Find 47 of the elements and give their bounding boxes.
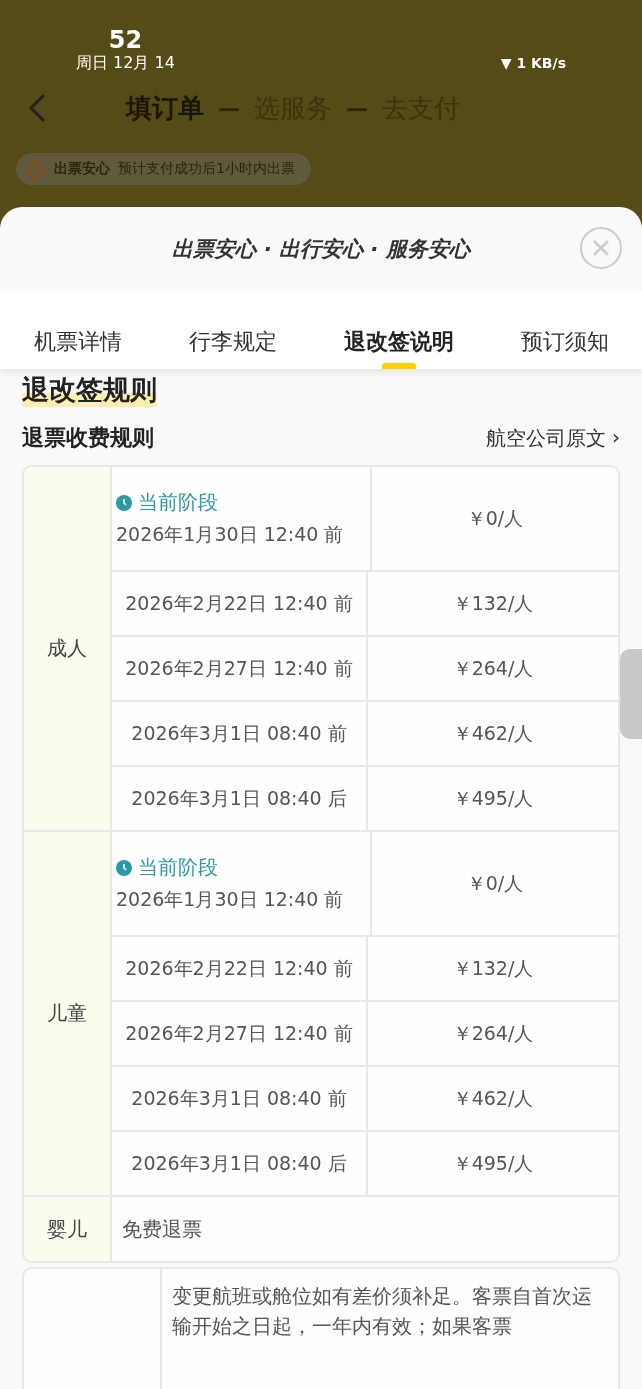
fee-cell-text: ￥0/人 bbox=[465, 505, 525, 531]
deadline-text: 2026年2月22日 12:40 前 bbox=[125, 590, 353, 616]
step-separator: — bbox=[346, 95, 368, 121]
back-icon[interactable] bbox=[28, 93, 46, 124]
section-title: 退改签规则 bbox=[22, 373, 157, 407]
status-time: 52 bbox=[108, 27, 143, 54]
tab[interactable]: 退改签说明 bbox=[343, 327, 454, 369]
fee-cell-text: ￥495/人 bbox=[451, 1150, 535, 1176]
sheet-title: 出票安心 · 出行安心 · 服务安心 bbox=[172, 236, 470, 263]
deadline-text: 2026年2月22日 12:40 前 bbox=[125, 955, 353, 981]
tab[interactable]: 预订须知 bbox=[520, 327, 609, 369]
fee-cell-text: ￥132/人 bbox=[451, 590, 535, 616]
status-date: 周日 12月 14 bbox=[76, 53, 175, 74]
step-separator: — bbox=[218, 95, 240, 121]
fee-cell-text: ￥132/人 bbox=[451, 955, 535, 981]
close-button[interactable] bbox=[580, 227, 622, 269]
passenger-cell: 儿童 bbox=[24, 832, 112, 1195]
airline-original-link[interactable]: 航空公司原文 › bbox=[486, 424, 620, 452]
deadline-text: 2026年3月1日 08:40 前 bbox=[131, 1085, 347, 1111]
fee-cell-text: ￥0/人 bbox=[465, 870, 525, 896]
fee-cell-text: ￥462/人 bbox=[451, 720, 535, 746]
clock-icon bbox=[116, 494, 132, 511]
passenger-cell: 成人 bbox=[24, 467, 112, 830]
current-stage-label: 当前阶段 bbox=[116, 854, 218, 881]
tab[interactable]: 机票详情 bbox=[33, 327, 122, 369]
deadline-text: 2026年1月30日 12:40 前 bbox=[116, 522, 344, 547]
refund-title: 退票收费规则 bbox=[22, 424, 154, 452]
refund-note: 免费退票 bbox=[121, 1215, 203, 1243]
fee-cell-text: ￥264/人 bbox=[451, 655, 535, 681]
fee-cell-text: ￥462/人 bbox=[451, 1085, 535, 1111]
deadline-text: 2026年3月1日 08:40 前 bbox=[131, 720, 347, 746]
tab[interactable]: 行李规定 bbox=[188, 327, 277, 369]
clock-icon bbox=[26, 159, 46, 179]
passenger-cell: 婴儿 bbox=[24, 1197, 112, 1261]
current-stage-label: 当前阶段 bbox=[116, 489, 218, 516]
fee-cell-text: ￥264/人 bbox=[451, 1020, 535, 1046]
network-speed: ▼ 1 KB/s bbox=[500, 54, 566, 74]
change-rules-text: 变更航班或舱位如有差价须补足。客票自首次运输开始之日起，一年内有效；如果客票 bbox=[171, 1283, 593, 1340]
deadline-text: 2026年2月27日 12:40 前 bbox=[125, 1020, 353, 1046]
step-label: 填订单 bbox=[126, 91, 204, 125]
deadline-text: 2026年2月27日 12:40 前 bbox=[125, 655, 353, 681]
deadline-text: 2026年3月1日 08:40 后 bbox=[131, 785, 347, 811]
deadline-text: 2026年1月30日 12:40 前 bbox=[116, 887, 344, 912]
clock-icon bbox=[116, 859, 132, 876]
fee-cell-text: ￥495/人 bbox=[451, 785, 535, 811]
deadline-text: 2026年3月1日 08:40 后 bbox=[131, 1150, 347, 1176]
close-icon[interactable] bbox=[591, 238, 611, 258]
